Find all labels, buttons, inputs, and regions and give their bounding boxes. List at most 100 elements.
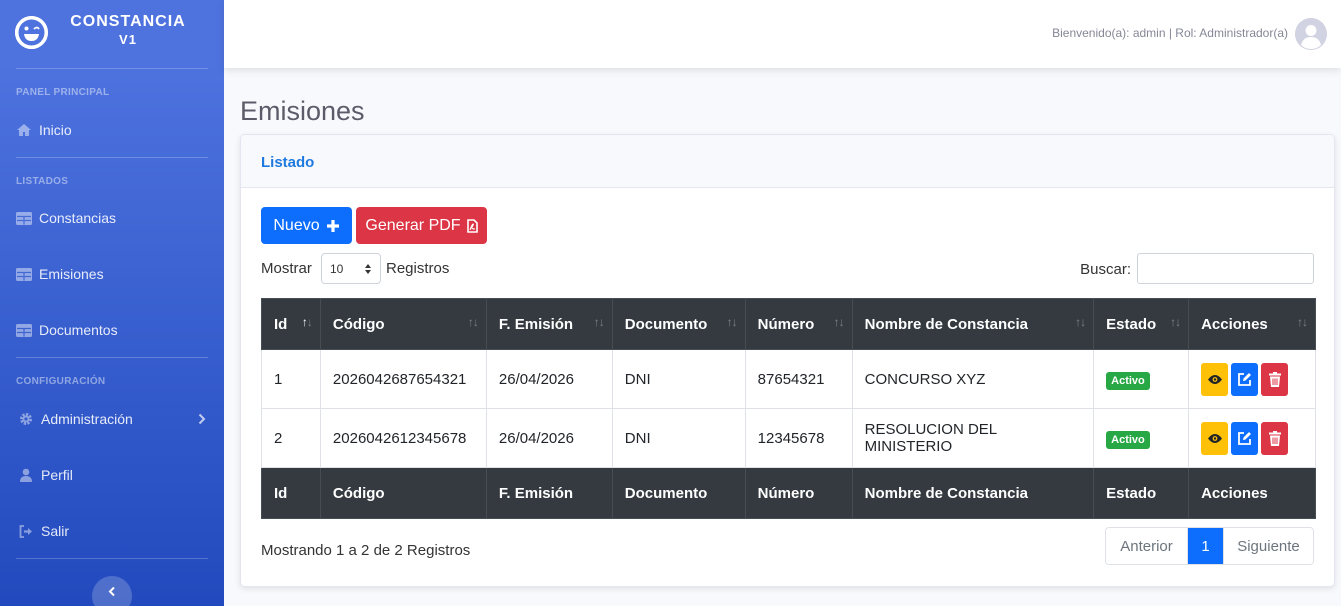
length-prefix: Mostrar (261, 260, 312, 277)
sidebar-heading-listados: LISTADOS (16, 176, 69, 187)
sidebar-heading-panel: PANEL PRINCIPAL (16, 87, 110, 98)
sidebar-item-label: Salir (41, 523, 70, 539)
column-header-id[interactable]: Id ↑↓ (261, 298, 321, 350)
sidebar-item-label: Perfil (41, 467, 73, 483)
brand[interactable]: CONSTANCIA V1 (0, 0, 224, 68)
laugh-wink-icon (15, 16, 48, 49)
header-label: Estado (1106, 315, 1157, 333)
sidebar-item-constancias[interactable]: Constancias (16, 206, 208, 230)
sidebar-divider (16, 157, 208, 158)
brand-version: V1 (119, 32, 137, 47)
footer-header-estado: Estado (1093, 467, 1190, 519)
pagination-previous[interactable]: Anterior (1106, 528, 1188, 564)
generate-pdf-button[interactable]: Generar PDF (356, 207, 487, 244)
edit-button[interactable] (1231, 421, 1259, 455)
sidebar-item-label: Emisiones (39, 266, 104, 282)
chevron-right-icon (198, 412, 206, 428)
welcome-text: Bienvenido(a): admin | Rol: Administrado… (1052, 26, 1288, 40)
table-icon (16, 322, 32, 338)
header-label: Código (332, 315, 385, 333)
column-header-documento[interactable]: Documento ↑↓ (611, 298, 746, 350)
column-header-fecha[interactable]: F. Emisión ↑↓ (485, 298, 613, 350)
view-button[interactable] (1201, 362, 1229, 396)
eye-icon (1207, 433, 1222, 443)
edit-button[interactable] (1231, 362, 1259, 396)
card-header: Listado (241, 135, 1334, 188)
pagination-next[interactable]: Siguiente (1223, 528, 1313, 564)
home-icon (16, 122, 32, 138)
column-header-estado[interactable]: Estado ↑↓ (1093, 298, 1190, 350)
cell-acciones (1188, 349, 1316, 409)
status-badge: Activo (1106, 430, 1150, 449)
sort-icon: ↑↓ (467, 315, 479, 329)
page-length-select[interactable]: 10 (321, 253, 381, 284)
cell-estado: Activo (1093, 408, 1190, 468)
sidebar-item-label: Inicio (39, 122, 72, 138)
user-avatar[interactable] (1295, 18, 1327, 50)
emisiones-table: Id ↑↓ Código ↑↓ F. Emisión ↑↓ Documento ↑↓ N… (261, 298, 1316, 519)
cell-nombre: RESOLUCION DEL MINISTERIO (851, 408, 1095, 468)
pagination: Anterior 1 Siguiente (1105, 527, 1314, 565)
footer-header-id: Id (261, 467, 321, 519)
header-label: F. Emisión (498, 315, 574, 333)
cell-acciones (1188, 408, 1316, 468)
footer-header-numero: Número (744, 467, 853, 519)
cell-id: 2 (261, 408, 321, 468)
file-pdf-icon (466, 218, 478, 233)
footer-header-nombre: Nombre de Constancia (851, 467, 1095, 519)
sidebar-item-label: Documentos (39, 322, 118, 338)
sidebar-item-inicio[interactable]: Inicio (16, 118, 208, 142)
sign-out-icon (18, 523, 34, 539)
sidebar-item-perfil[interactable]: Perfil (16, 463, 208, 487)
user-icon (18, 467, 34, 483)
card-title: Listado (261, 154, 315, 171)
generate-pdf-label: Generar PDF (365, 216, 461, 234)
search-input[interactable] (1137, 253, 1314, 284)
cell-estado: Activo (1093, 349, 1190, 409)
delete-button[interactable] (1261, 362, 1289, 396)
cell-documento: DNI (611, 349, 746, 409)
eye-icon (1207, 374, 1222, 384)
pagination-page-1[interactable]: 1 (1188, 528, 1223, 564)
header-label: Documento (624, 315, 708, 333)
sidebar-item-salir[interactable]: Salir (16, 519, 208, 543)
brand-name: CONSTANCIA (70, 13, 186, 30)
sidebar-toggle-button[interactable] (92, 576, 132, 606)
page-length-value: 10 (330, 261, 344, 276)
column-header-nombre[interactable]: Nombre de Constancia ↑↓ (851, 298, 1095, 350)
header-label: Nombre de Constancia (864, 315, 1028, 333)
sort-icon: ↑↓ (593, 315, 605, 329)
sort-icon: ↑↓ (1075, 315, 1086, 329)
table-header-row: Id ↑↓ Código ↑↓ F. Emisión ↑↓ Documento ↑↓ N… (261, 298, 1316, 350)
search-label: Buscar: (1080, 261, 1131, 278)
table-row: 1 2026042687654321 26/04/2026 DNI 876543… (261, 349, 1316, 409)
sort-icon: ↑↓ (1297, 315, 1308, 329)
cell-fecha: 26/04/2026 (485, 349, 613, 409)
header-label: Id (274, 315, 288, 333)
sidebar-divider (16, 357, 208, 358)
column-header-numero[interactable]: Número ↑↓ (744, 298, 853, 350)
chevron-left-icon (108, 584, 116, 602)
new-button[interactable]: Nuevo (261, 207, 352, 244)
header-label: Acciones (1201, 315, 1268, 333)
sidebar-item-label: Administración (41, 411, 133, 427)
listing-card: Listado Nuevo Generar PDF Mostrar 10 Reg… (240, 134, 1335, 587)
delete-button[interactable] (1261, 421, 1289, 455)
footer-header-acciones: Acciones (1188, 467, 1316, 519)
new-button-label: Nuevo (273, 216, 320, 234)
sidebar-item-emisiones[interactable]: Emisiones (16, 262, 208, 286)
cell-numero: 12345678 (744, 408, 853, 468)
brand-title: CONSTANCIA V1 (64, 12, 192, 48)
topbar: Bienvenido(a): admin | Rol: Administrado… (224, 0, 1341, 68)
sidebar-divider (16, 558, 208, 559)
table-icon (16, 210, 32, 226)
plus-icon (326, 219, 339, 232)
select-caret-icon (364, 263, 372, 278)
view-button[interactable] (1201, 421, 1229, 455)
cell-fecha: 26/04/2026 (485, 408, 613, 468)
sidebar-item-documentos[interactable]: Documentos (16, 318, 208, 342)
column-header-codigo[interactable]: Código ↑↓ (319, 298, 487, 350)
column-header-acciones[interactable]: Acciones ↑↓ (1188, 298, 1316, 350)
sidebar-item-administracion[interactable]: Administración (16, 407, 208, 431)
sidebar-heading-config: CONFIGURACIÓN (16, 376, 106, 387)
